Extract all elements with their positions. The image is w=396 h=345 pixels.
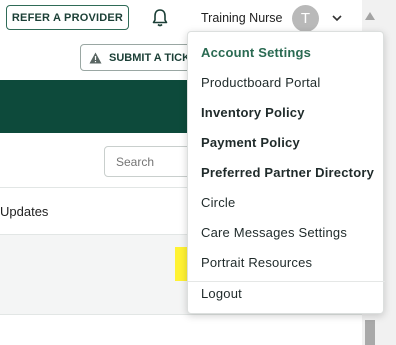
scroll-up-arrow-icon[interactable]	[365, 7, 375, 20]
bell-icon[interactable]	[151, 8, 169, 28]
menu-item-productboard-portal[interactable]: Productboard Portal	[201, 75, 320, 90]
menu-item-inventory-policy[interactable]: Inventory Policy	[201, 105, 305, 120]
chevron-down-icon[interactable]	[330, 11, 344, 25]
scrollbar-thumb[interactable]	[365, 320, 375, 345]
menu-item-account-settings[interactable]: Account Settings	[201, 45, 311, 60]
menu-item-preferred-partner-directory[interactable]: Preferred Partner Directory	[201, 165, 374, 180]
warning-icon	[89, 52, 102, 64]
menu-item-logout[interactable]: Logout	[201, 286, 242, 301]
menu-divider	[188, 281, 385, 282]
menu-item-circle[interactable]: Circle	[201, 195, 235, 210]
user-name[interactable]: Training Nurse	[201, 11, 283, 25]
menu-item-portrait-resources[interactable]: Portrait Resources	[201, 255, 312, 270]
refer-provider-button[interactable]: REFER A PROVIDER	[6, 5, 129, 30]
menu-item-care-messages-settings[interactable]: Care Messages Settings	[201, 225, 347, 240]
search-input[interactable]	[104, 146, 194, 177]
tab-updates[interactable]: Updates	[0, 204, 48, 219]
account-dropdown-menu: Account Settings Productboard Portal Inv…	[187, 31, 385, 314]
avatar[interactable]: T	[292, 5, 319, 32]
menu-item-payment-policy[interactable]: Payment Policy	[201, 135, 300, 150]
